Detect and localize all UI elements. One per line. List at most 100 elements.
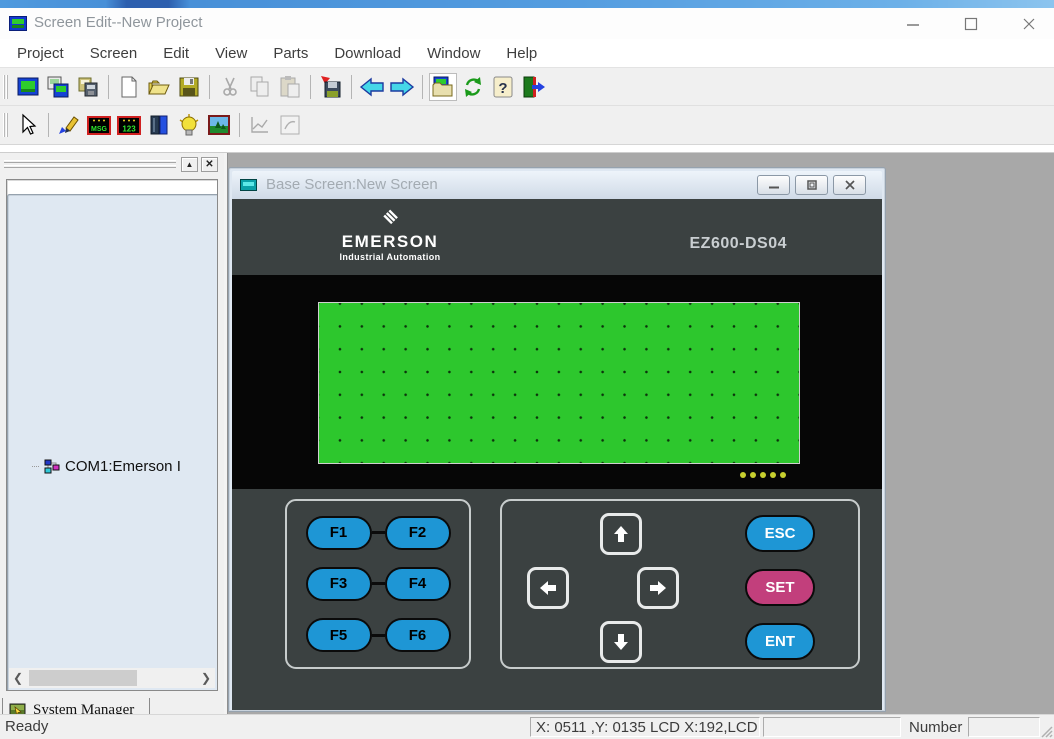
base-screen-icon (240, 179, 257, 191)
lamp-part-button[interactable] (175, 111, 203, 139)
svg-text:123: 123 (122, 125, 136, 134)
minimize-icon (906, 17, 920, 31)
resize-grip[interactable] (1039, 724, 1053, 738)
brand-tagline: Industrial Automation (300, 252, 480, 262)
svg-text:?: ? (498, 80, 507, 97)
trend-part-icon-disabled (248, 113, 272, 137)
scroll-left-icon[interactable]: ❮ (9, 668, 27, 688)
open-project-button[interactable] (145, 73, 173, 101)
title-bar[interactable]: Screen Edit--New Project (0, 8, 1054, 39)
dock-gripper[interactable] (4, 160, 176, 163)
screenshot-root: Screen Edit--New Project Project Screen … (0, 0, 1054, 739)
child-close-button[interactable] (833, 175, 866, 195)
copy-screen-button[interactable] (44, 73, 72, 101)
screen-stack-button[interactable] (74, 73, 102, 101)
scrollbar-thumb[interactable] (29, 670, 137, 686)
key-f3: F3 (306, 567, 372, 601)
trend-part-button[interactable] (246, 111, 274, 139)
project-tree: Screen Manager New Screen Image Manager (6, 179, 218, 691)
status-pane-empty (968, 717, 1040, 737)
maximize-icon (964, 17, 978, 31)
menu-screen[interactable]: Screen (77, 41, 151, 66)
text-tool-button[interactable] (55, 111, 83, 139)
message-display-icon: MSG (86, 113, 112, 137)
paste-button[interactable] (276, 73, 304, 101)
left-arrow-icon (538, 578, 558, 598)
maximize-button[interactable] (954, 8, 988, 39)
com-network-icon (43, 459, 61, 474)
device-top-bezel: EMERSON Industrial Automation EZ600-DS04 (232, 199, 882, 275)
text-pen-icon (57, 113, 81, 137)
close-button[interactable] (1012, 8, 1046, 39)
save-icon (177, 75, 201, 99)
dock-gripper[interactable] (4, 165, 176, 168)
toolbar-separator (209, 75, 210, 99)
new-screen-button[interactable] (14, 73, 42, 101)
back-arrow-icon (359, 75, 385, 99)
cut-button[interactable] (216, 73, 244, 101)
child-title-bar[interactable]: Base Screen:New Screen (232, 171, 882, 199)
key-f6: F6 (385, 618, 451, 652)
minimize-button[interactable] (896, 8, 930, 39)
paste-icon-disabled (278, 75, 302, 99)
save-project-button[interactable] (175, 73, 203, 101)
dock-close-button[interactable]: ✕ (201, 157, 218, 172)
brand-name: EMERSON (300, 232, 480, 252)
menu-download[interactable]: Download (321, 41, 414, 66)
status-number-mode: Number (904, 717, 966, 737)
toolbar-separator (108, 75, 109, 99)
scroll-right-icon[interactable]: ❯ (197, 668, 215, 688)
new-project-button[interactable] (115, 73, 143, 101)
svg-text:MSG: MSG (91, 126, 108, 133)
key-ent: ENT (745, 623, 815, 660)
main-toolbar: ? (0, 68, 1054, 106)
menu-parts[interactable]: Parts (260, 41, 321, 66)
dock-pin-button[interactable]: ▲ (181, 157, 198, 172)
workspace: ▲ ✕ Screen Manager New Screen (0, 152, 1054, 722)
child-minimize-button[interactable] (757, 175, 790, 195)
led-icon (780, 472, 786, 478)
toolbar-separator (422, 75, 423, 99)
download-button[interactable] (317, 73, 345, 101)
led-icon (760, 472, 766, 478)
function-key-group: F1 F2 F3 F4 F5 (285, 499, 471, 669)
menu-project[interactable]: Project (4, 41, 77, 66)
key-esc: ESC (745, 515, 815, 552)
panel-part-button[interactable] (276, 111, 304, 139)
tree-horizontal-scrollbar[interactable]: ❮ ❯ (9, 668, 215, 688)
forward-button[interactable] (388, 73, 416, 101)
back-button[interactable] (358, 73, 386, 101)
menu-edit[interactable]: Edit (150, 41, 202, 66)
screen-stack-icon (76, 75, 100, 99)
screen-manager-icon (431, 75, 455, 99)
bar-part-button[interactable] (145, 111, 173, 139)
refresh-button[interactable] (459, 73, 487, 101)
parts-toolbar: MSG 123 (0, 106, 1054, 145)
child-close-icon (845, 180, 855, 190)
status-coordinates: X: 0511 ,Y: 0135 LCD X:192,LCD Y:026 (530, 717, 760, 737)
toolbar-grip[interactable] (3, 113, 8, 137)
tree-item-com1[interactable]: COM1:Emerson I (7, 194, 218, 691)
numeric-display-button[interactable]: 123 (115, 111, 143, 139)
toolbar-grip[interactable] (3, 75, 8, 99)
scrollbar-track[interactable] (27, 668, 197, 688)
select-tool-button[interactable] (14, 111, 42, 139)
image-part-button[interactable] (205, 111, 233, 139)
open-folder-icon (147, 75, 171, 99)
menu-view[interactable]: View (202, 41, 260, 66)
exit-icon (520, 75, 546, 99)
toolbar-separator (351, 75, 352, 99)
mdi-workspace: Base Screen:New Screen (228, 153, 1054, 722)
screen-manager-toggle-button[interactable] (429, 73, 457, 101)
menu-help[interactable]: Help (493, 41, 550, 66)
lamp-part-icon (177, 113, 201, 137)
copy-button[interactable] (246, 73, 274, 101)
lcd-canvas[interactable] (318, 302, 800, 464)
lcd-surround (232, 275, 882, 489)
child-restore-button[interactable] (795, 175, 828, 195)
menu-window[interactable]: Window (414, 41, 493, 66)
help-icon: ? (491, 75, 515, 99)
message-display-button[interactable]: MSG (85, 111, 113, 139)
help-button[interactable]: ? (489, 73, 517, 101)
exit-button[interactable] (519, 73, 547, 101)
